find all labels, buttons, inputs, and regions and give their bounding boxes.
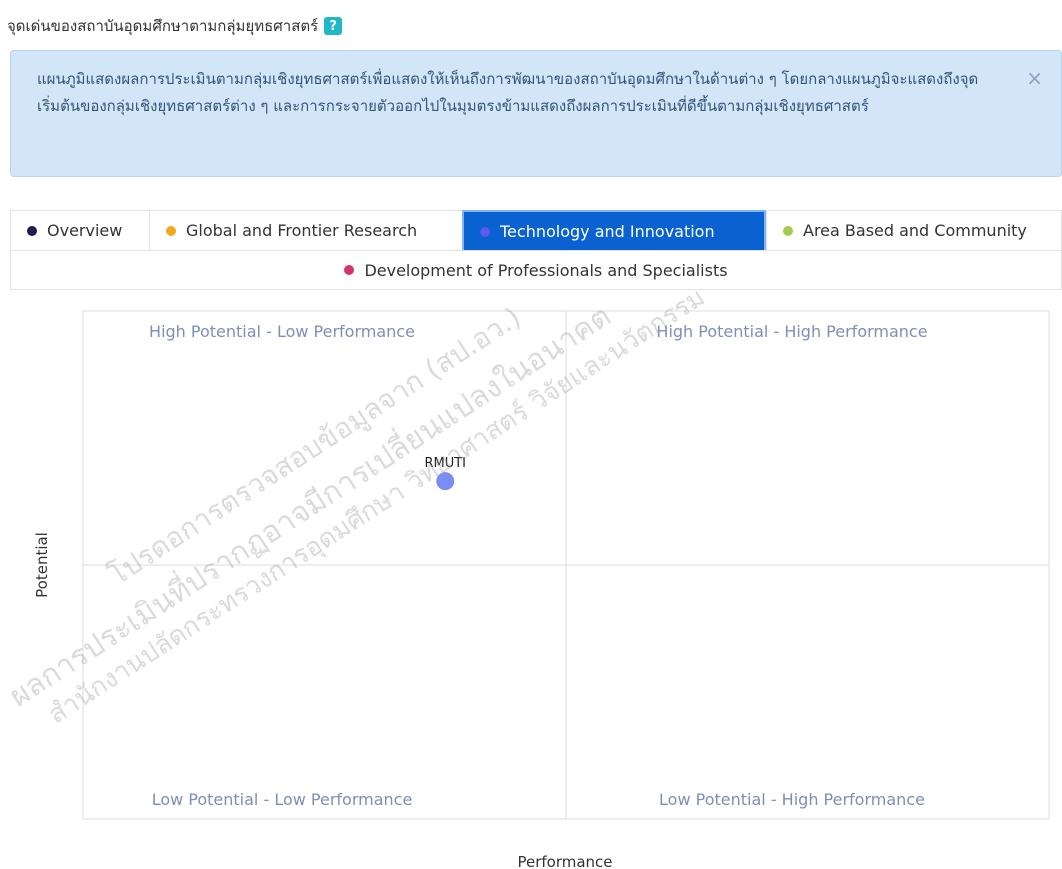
alert-text: แผนภูมิแสดงผลการประเมินตามกลุ่มเชิงยุทธศ…	[37, 70, 979, 115]
tab-overview[interactable]: Overview	[10, 210, 150, 251]
quadrant-chart: High Potential - Low Performance High Po…	[33, 310, 1050, 869]
tab-development-professionals[interactable]: Development of Professionals and Special…	[10, 250, 1062, 290]
y-axis-label: Potential	[33, 532, 51, 598]
tab-area-based-community[interactable]: Area Based and Community	[766, 210, 1062, 251]
page-title: จุดเด่นของสถาบันอุดมศึกษาตามกลุ่มยุทธศาส…	[7, 17, 319, 35]
tab-dot-icon	[783, 225, 793, 236]
tab-label: Area Based and Community	[803, 221, 1027, 240]
info-alert: แผนภูมิแสดงผลการประเมินตามกลุ่มเชิงยุทธศ…	[10, 50, 1062, 177]
tab-dot-icon	[27, 225, 37, 236]
tab-dot-icon	[344, 265, 355, 275]
help-icon[interactable]: ?	[324, 17, 343, 35]
tab-dot-icon	[480, 226, 490, 237]
quadrant-label-top-right: High Potential - High Performance	[656, 322, 927, 341]
close-icon[interactable]: ×	[1026, 65, 1043, 92]
data-point-label: RMUTI	[424, 456, 466, 471]
data-point[interactable]	[436, 472, 455, 491]
tab-label: Global and Frontier Research	[186, 221, 418, 240]
quadrant-label-top-left: High Potential - Low Performance	[149, 322, 415, 341]
tab-label: Overview	[47, 221, 123, 240]
x-axis-label: Performance	[517, 853, 612, 869]
quadrant-label-bottom-left: Low Potential - Low Performance	[152, 790, 413, 809]
page: จุดเด่นของสถาบันอุดมศึกษาตามกลุ่มยุทธศาส…	[0, 0, 1062, 869]
tab-technology-innovation[interactable]: Technology and Innovation	[462, 210, 766, 253]
tab-label: Development of Professionals and Special…	[364, 260, 728, 280]
tab-global-frontier-research[interactable]: Global and Frontier Research	[149, 210, 465, 251]
tab-label: Technology and Innovation	[500, 222, 715, 241]
quadrant-label-bottom-right: Low Potential - High Performance	[659, 790, 925, 809]
tab-dot-icon	[166, 225, 176, 236]
section-header: จุดเด่นของสถาบันอุดมศึกษาตามกลุ่มยุทธศาส…	[7, 14, 343, 38]
